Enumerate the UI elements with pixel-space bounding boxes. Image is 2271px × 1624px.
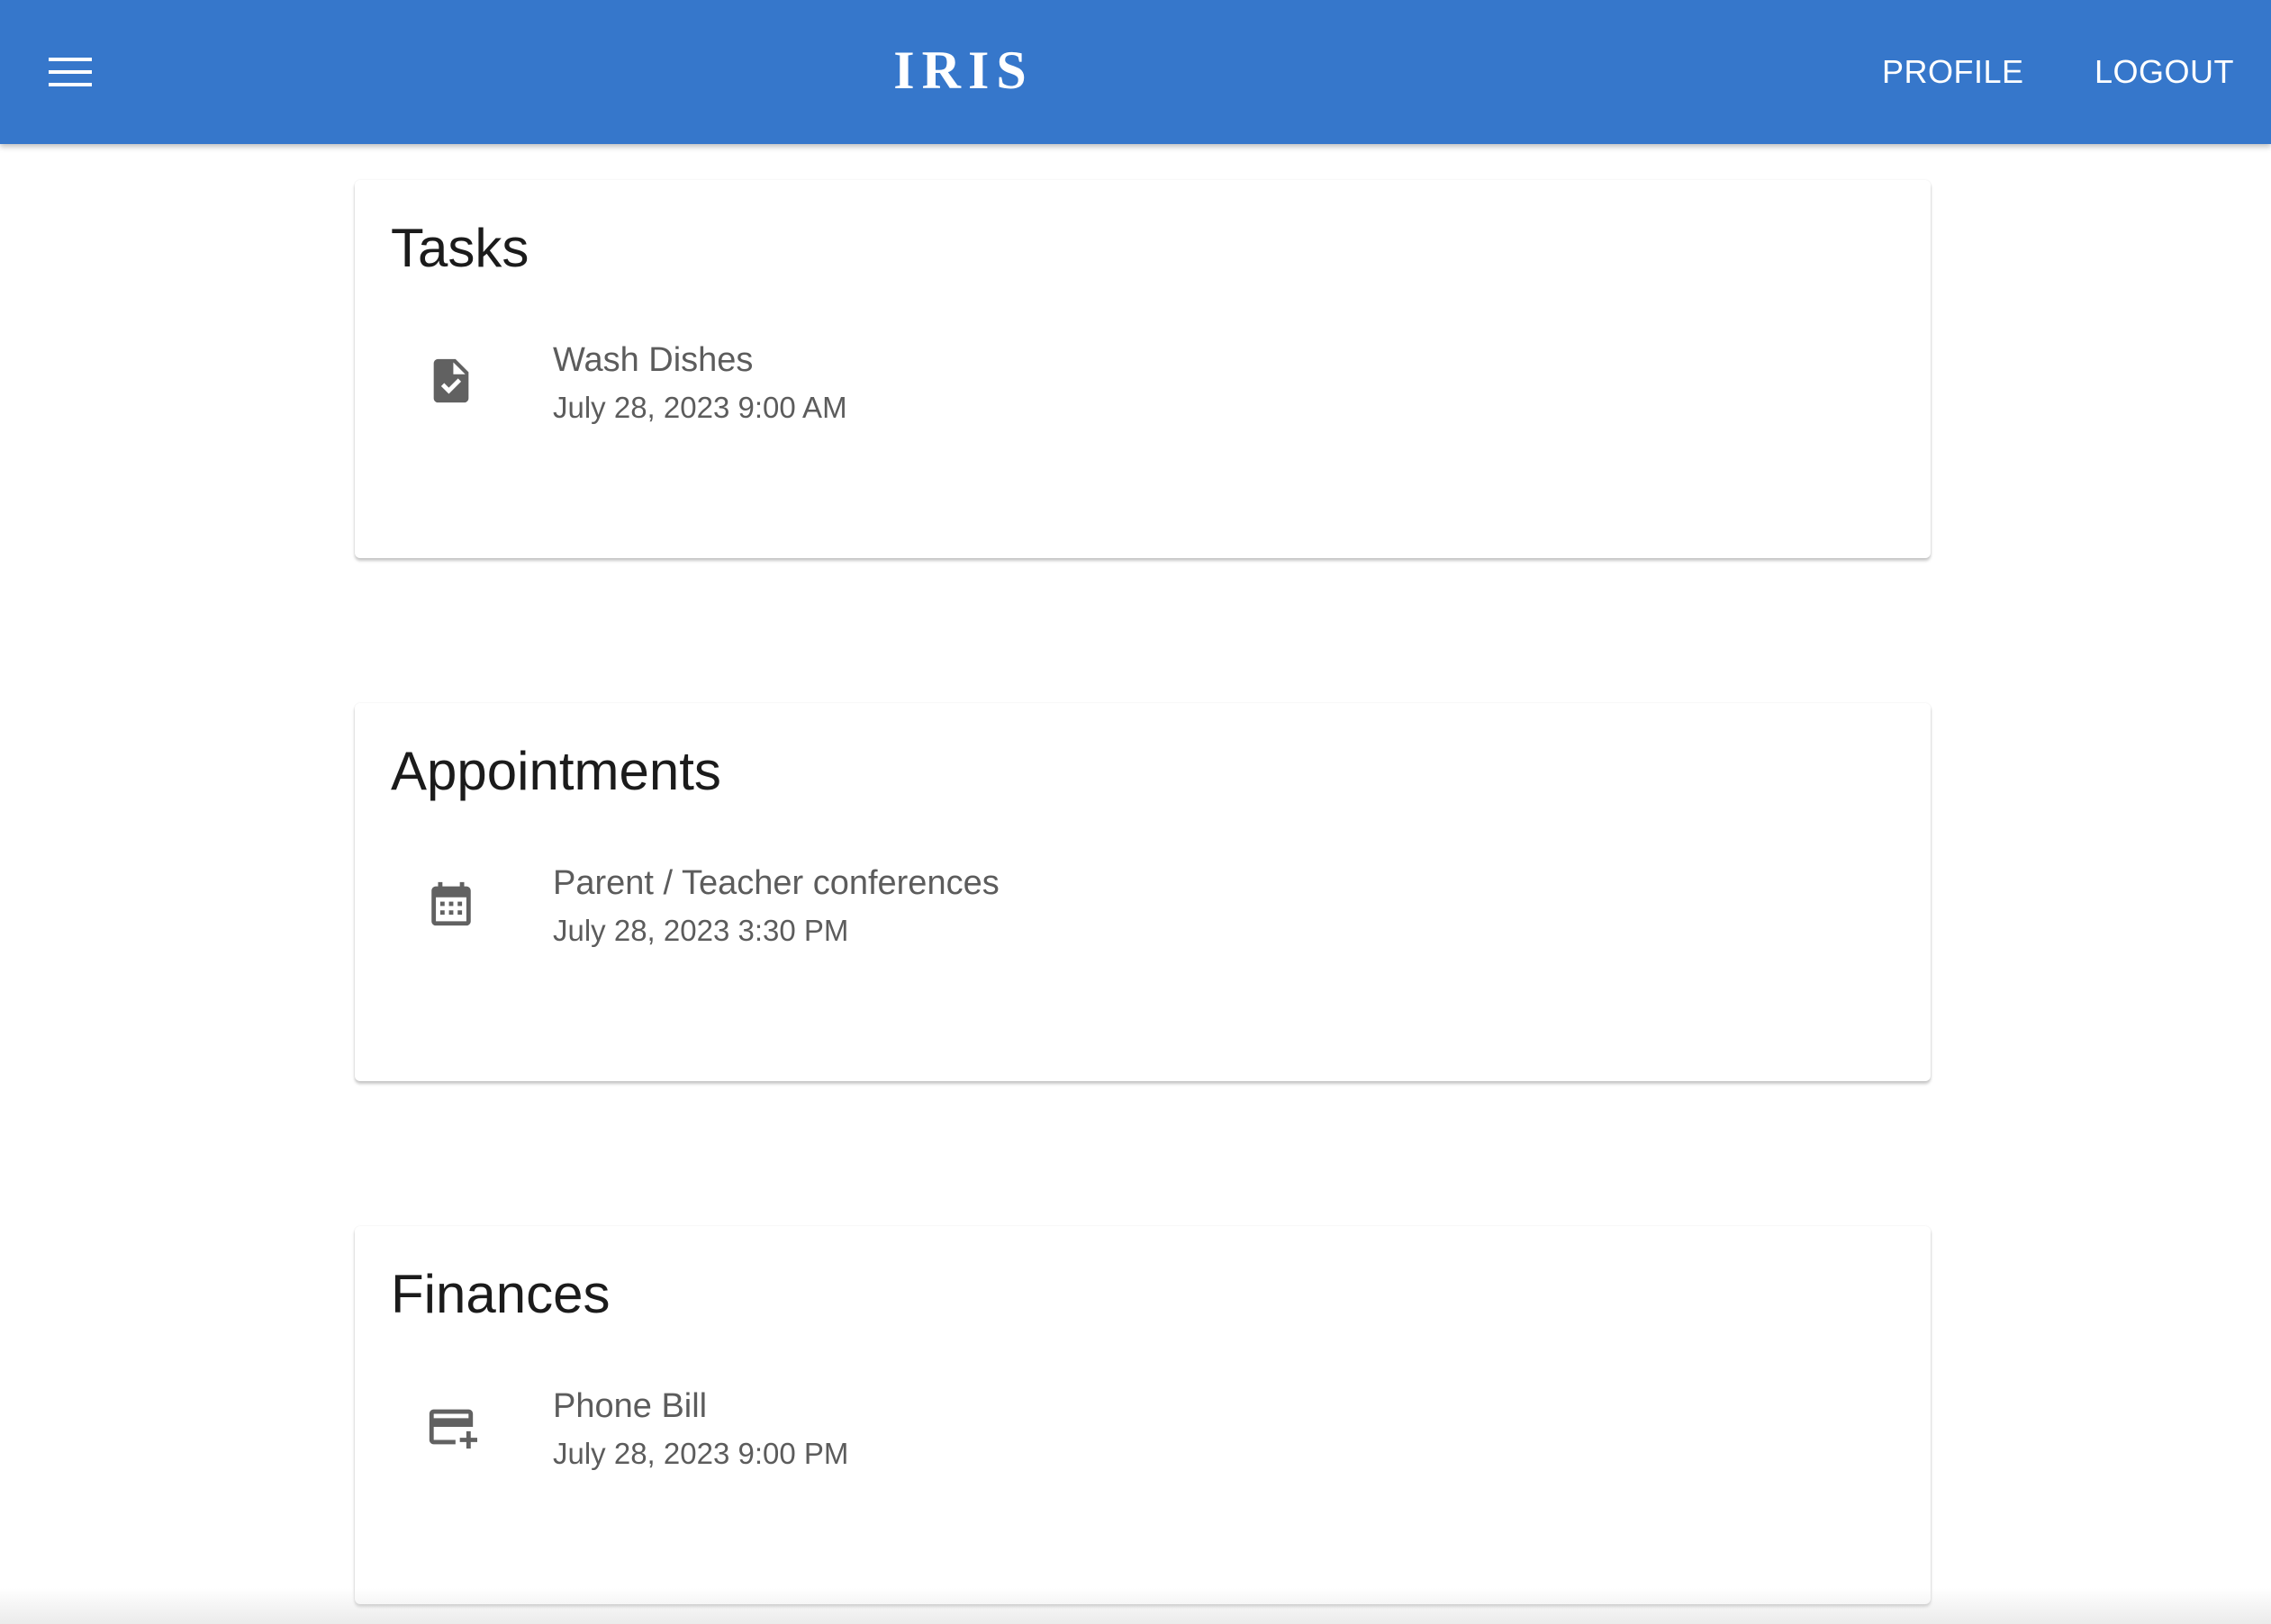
task-file-check-icon (433, 358, 469, 403)
item-datetime: July 28, 2023 3:30 PM (553, 914, 849, 947)
list-item[interactable]: Wash Dishes July 28, 2023 9:00 AM (391, 331, 1886, 457)
item-title: Phone Bill (553, 1387, 708, 1425)
calendar-icon (431, 881, 471, 926)
appointments-card: Appointments Parent / Teacher conference… (355, 703, 1931, 1081)
card-title: Tasks (391, 218, 529, 278)
item-datetime: July 28, 2023 9:00 PM (553, 1437, 849, 1470)
app-bar: IRIS PROFILE LOGOUT (0, 0, 2271, 144)
menu-button[interactable] (36, 36, 104, 108)
list-item[interactable]: Phone Bill July 28, 2023 9:00 PM (391, 1377, 1886, 1503)
card-title: Finances (391, 1264, 611, 1324)
list-item[interactable]: Parent / Teacher conferences July 28, 20… (391, 854, 1886, 980)
item-title: Wash Dishes (553, 341, 754, 379)
item-title: Parent / Teacher conferences (553, 864, 1000, 902)
app-title: IRIS (893, 41, 1034, 100)
card-title: Appointments (391, 741, 721, 801)
finances-card: Finances Phone Bill July 28, 2023 9:00 P… (355, 1226, 1931, 1604)
menu-icon (49, 58, 92, 86)
item-datetime: July 28, 2023 9:00 AM (553, 391, 847, 424)
logout-button[interactable]: LOGOUT (2095, 45, 2234, 99)
tasks-card: Tasks Wash Dishes July 28, 2023 9:00 AM (355, 180, 1931, 558)
profile-button[interactable]: PROFILE (1882, 45, 2024, 99)
credit-card-add-icon (429, 1409, 477, 1449)
